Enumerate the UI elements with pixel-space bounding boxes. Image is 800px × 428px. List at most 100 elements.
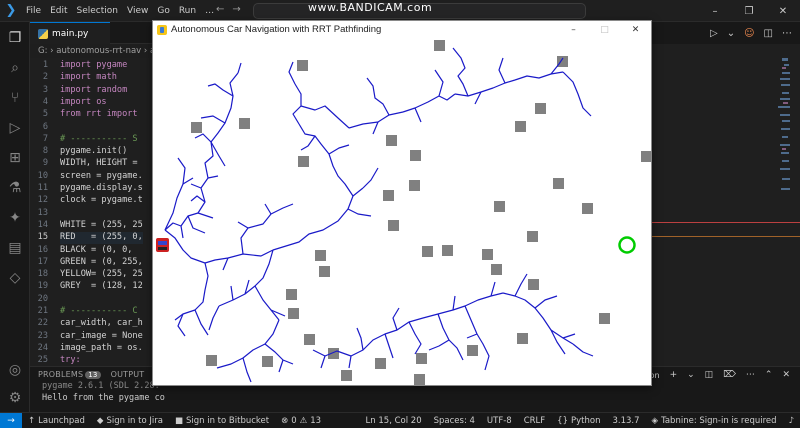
minimap[interactable]	[742, 58, 792, 198]
encoding[interactable]: UTF-8	[481, 416, 518, 426]
rrt-tree-branch	[300, 135, 316, 151]
line-ending[interactable]: CRLF	[518, 416, 551, 426]
code-line[interactable]: 20	[30, 294, 152, 306]
obstacle	[383, 190, 394, 201]
obstacle	[442, 245, 453, 256]
code-line[interactable]: 9 WIDTH, HEIGHT =	[30, 158, 152, 170]
jira-signin-button[interactable]: ◆ Sign in to Jira	[91, 416, 169, 426]
code-text: from rrt import	[60, 109, 138, 120]
restore-icon[interactable]: ❐	[732, 0, 766, 22]
menu-file[interactable]: File	[26, 6, 41, 16]
remote-explorer-icon[interactable]: ◇	[5, 268, 25, 288]
close-icon[interactable]: ✕	[766, 0, 800, 22]
code-line[interactable]: 6	[30, 122, 152, 134]
nav-arrows-icon[interactable]: ←→	[216, 4, 249, 15]
rrt-tree-branch	[190, 195, 206, 203]
tabnine-status[interactable]: ◈ Tabnine: Sign-in is required	[646, 416, 783, 426]
more-actions-icon[interactable]: ⋯	[746, 370, 755, 380]
tabnine-label: Tabnine: Sign-in is required	[661, 416, 777, 426]
code-line[interactable]: 11 pygame.display.s	[30, 183, 152, 195]
menu-go[interactable]: Go	[157, 6, 169, 16]
obstacle	[206, 355, 217, 366]
tab-main-py[interactable]: main.py	[30, 22, 110, 44]
code-line[interactable]: 12 clock = pygame.t	[30, 195, 152, 207]
testing-icon[interactable]: ⚗	[5, 178, 25, 198]
code-line[interactable]: 18 YELLOW= (255, 25	[30, 269, 152, 281]
panel-tabs: PROBLEMS 13 OUTPUT	[38, 370, 144, 379]
run-icon[interactable]: ▷	[710, 28, 718, 39]
indentation[interactable]: Spaces: 4	[428, 416, 481, 426]
bitbucket-signin-button[interactable]: ■ Sign in to Bitbucket	[169, 416, 275, 426]
tab-output[interactable]: OUTPUT	[111, 370, 145, 379]
language-mode[interactable]: {} Python	[551, 416, 606, 426]
rrt-tree-branch	[466, 333, 478, 339]
python-version[interactable]: 3.13.7	[606, 416, 645, 426]
problems-count-badge: 13	[85, 371, 101, 379]
code-line[interactable]: 22 car_width, car_h	[30, 318, 152, 330]
rrt-tree-branch	[207, 175, 219, 179]
tab-problems[interactable]: PROBLEMS 13	[38, 370, 101, 379]
code-line[interactable]: 13	[30, 208, 152, 220]
rrt-tree-branch	[254, 285, 280, 321]
code-line[interactable]: 24 image_path = os.	[30, 343, 152, 355]
cursor-position[interactable]: Ln 15, Col 20	[360, 416, 428, 426]
minimize-icon[interactable]: –	[698, 0, 732, 22]
rrt-tree-branch	[164, 141, 214, 231]
close-panel-icon[interactable]: ✕	[782, 370, 790, 380]
more-actions-icon[interactable]: ⋯	[782, 28, 792, 39]
code-line[interactable]: 16 BLACK = (0, 0,	[30, 245, 152, 257]
settings-gear-icon[interactable]: ⚙	[5, 388, 25, 408]
launchpad-button[interactable]: ↑ Launchpad	[22, 416, 91, 426]
notifications-icon[interactable]: ♪	[783, 416, 800, 426]
rrt-tree-branch	[300, 105, 350, 129]
chevron-down-icon[interactable]: ⌄	[687, 370, 695, 380]
run-debug-icon[interactable]: ▷	[5, 118, 25, 138]
close-icon[interactable]: ✕	[620, 21, 651, 38]
rrt-tree-branch	[174, 262, 209, 321]
folder-icon[interactable]: ▤	[5, 238, 25, 258]
code-line[interactable]: 25 try:	[30, 355, 152, 366]
pygame-window[interactable]: Autonomous Car Navigation with RRT Pathf…	[152, 20, 652, 386]
code-line[interactable]: 23 car_image = None	[30, 331, 152, 343]
python-icon[interactable]: ✦	[5, 208, 25, 228]
maximize-panel-icon[interactable]: ⌃	[765, 370, 773, 380]
copilot-icon[interactable]: ☺	[744, 28, 754, 39]
breadcrumb[interactable]: G: › autonomous-rrt-nav › au	[30, 44, 152, 58]
menu-selection[interactable]: Selection	[77, 6, 118, 16]
rrt-tree-branch	[414, 107, 422, 123]
chevron-down-icon[interactable]: ⌄	[727, 28, 735, 39]
simulation-canvas[interactable]	[153, 38, 651, 385]
code-line[interactable]: 10 screen = pygame.	[30, 171, 152, 183]
code-line[interactable]: 1 import pygame	[30, 60, 152, 72]
split-terminal-icon[interactable]: ◫	[705, 370, 714, 380]
code-line[interactable]: 2 import math	[30, 72, 152, 84]
search-icon[interactable]: ⌕	[5, 58, 25, 78]
remote-indicator-icon[interactable]: →	[0, 412, 22, 428]
trash-icon[interactable]: ⌦	[723, 370, 736, 380]
account-icon[interactable]: ◎	[5, 360, 25, 380]
add-terminal-icon[interactable]: +	[670, 370, 678, 380]
code-editor[interactable]: 1 import pygame 2 import math 3 import random…	[30, 58, 152, 366]
source-control-icon[interactable]: ⑂	[5, 88, 25, 108]
code-line[interactable]: 7 # ----------- S	[30, 134, 152, 146]
split-editor-icon[interactable]: ◫	[764, 28, 773, 39]
code-line[interactable]: 15 RED = (255, 0,	[30, 232, 152, 245]
code-line[interactable]: 5 from rrt import	[30, 109, 152, 121]
code-line[interactable]: 21 # ----------- C	[30, 306, 152, 318]
code-text: car_width, car_h	[60, 318, 143, 329]
code-line[interactable]: 3 import random	[30, 85, 152, 97]
pygame-title-bar[interactable]: Autonomous Car Navigation with RRT Pathf…	[153, 21, 651, 38]
explorer-icon[interactable]: ❐	[5, 28, 25, 48]
minimize-icon[interactable]: –	[558, 21, 589, 38]
code-line[interactable]: 4 import os	[30, 97, 152, 109]
menu-more[interactable]: …	[205, 6, 214, 16]
menu-run[interactable]: Run	[179, 6, 196, 16]
menu-view[interactable]: View	[127, 6, 148, 16]
code-line[interactable]: 19 GREY = (128, 12	[30, 281, 152, 293]
code-line[interactable]: 8 pygame.init()	[30, 146, 152, 158]
menu-edit[interactable]: Edit	[50, 6, 67, 16]
code-line[interactable]: 14 WHITE = (255, 25	[30, 220, 152, 232]
extensions-icon[interactable]: ⊞	[5, 148, 25, 168]
code-line[interactable]: 17 GREEN = (0, 255,	[30, 257, 152, 269]
problems-status[interactable]: ⊗ 0 ⚠ 13	[275, 416, 327, 426]
